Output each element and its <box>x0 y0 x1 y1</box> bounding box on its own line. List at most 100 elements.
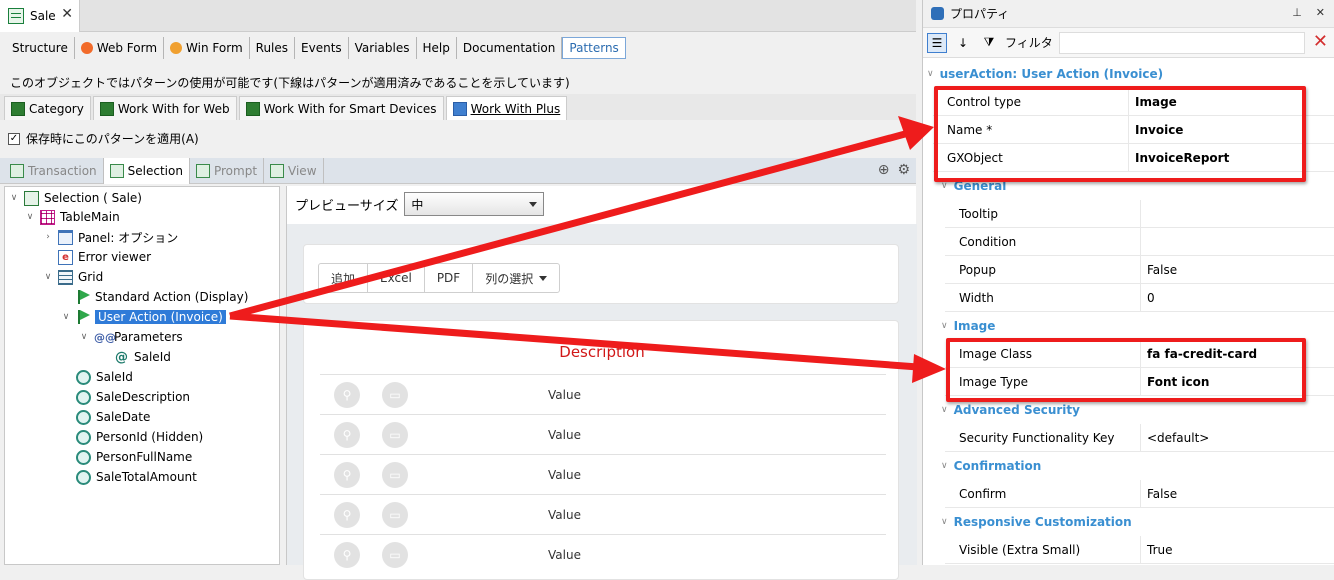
prompt-icon <box>195 163 210 178</box>
column-select-button[interactable]: 列の選択 <box>473 264 559 292</box>
grid-row[interactable]: ⚲ ▭ Value <box>320 494 886 534</box>
tab-variables[interactable]: Variables <box>349 37 417 59</box>
tree-node-attribute[interactable]: SaleTotalAmount <box>61 468 197 486</box>
credit-card-icon[interactable]: ▭ <box>382 541 408 568</box>
grid-icon <box>58 269 73 285</box>
grid-row[interactable]: ⚲ ▭ Value <box>320 534 886 574</box>
tab-help[interactable]: Help <box>417 37 457 59</box>
credit-card-icon[interactable]: ▭ <box>382 501 408 528</box>
document-tab-sale[interactable]: Sale ✕ <box>0 0 80 32</box>
grid-cell-value: Value <box>548 507 581 522</box>
tab-view[interactable]: View <box>264 157 324 184</box>
pattern-tab-work-with-plus[interactable]: Work With Plus <box>445 96 568 120</box>
tree-node-attribute[interactable]: SaleDate <box>61 408 150 426</box>
tree-node-panel[interactable]: › Panel: オプション <box>43 228 178 246</box>
grid-row[interactable]: ⚲ ▭ Value <box>320 374 886 414</box>
search-icon[interactable]: ⚲ <box>334 501 360 528</box>
excel-button[interactable]: Excel <box>368 264 425 292</box>
pattern-tabs: Category Work With for Web Work With for… <box>0 94 916 120</box>
tree-node-grid[interactable]: ∨ Grid <box>43 268 103 286</box>
editor-pane: Sale ✕ Structure Web Form Win Form Rules… <box>0 0 917 580</box>
instance-toolbar: Transaction Selection Prompt View ⊕ ⚙ <box>0 157 916 184</box>
tree-node-attribute[interactable]: PersonFullName <box>61 448 192 466</box>
grid-row[interactable]: ⚲ ▭ Value <box>320 454 886 494</box>
tree-node-parameters[interactable]: ∨ @@ Parameters <box>79 328 183 346</box>
category-responsive[interactable]: ∨ Responsive Customization <box>941 508 1132 536</box>
object-part-menu: Structure Web Form Win Form Rules Events… <box>0 32 916 64</box>
property-row-visible-xs[interactable]: Visible (Extra Small) True <box>945 535 1334 564</box>
property-row-tooltip[interactable]: Tooltip <box>945 199 1334 228</box>
tab-transaction[interactable]: Transaction <box>4 157 104 184</box>
search-icon[interactable]: ⚲ <box>334 381 360 408</box>
property-row-width[interactable]: Width 0 <box>945 283 1334 312</box>
instance-tree: ∨ Selection ( Sale) ∨ TableMain › Panel: オプ… <box>4 186 280 565</box>
tree-node-table-main[interactable]: ∨ TableMain <box>25 208 120 226</box>
collapse-icon: ∨ <box>941 181 948 191</box>
apply-on-save-checkbox[interactable]: ✓ <box>8 132 20 145</box>
properties-title-bar: プロパティ ⊥ ✕ <box>923 0 1334 28</box>
search-icon[interactable]: ⚲ <box>334 461 360 488</box>
transaction-icon <box>8 8 24 24</box>
categorized-view-icon[interactable]: ☰ <box>927 32 947 53</box>
tree-node-user-action[interactable]: ∨ User Action (Invoice) <box>61 308 227 326</box>
tab-selection[interactable]: Selection <box>103 157 190 184</box>
tab-prompt[interactable]: Prompt <box>190 157 265 184</box>
property-row-popup[interactable]: Popup False <box>945 255 1334 284</box>
category-image[interactable]: ∨ Image <box>941 312 995 340</box>
property-row-confirm[interactable]: Confirm False <box>945 479 1334 508</box>
tree-node-attribute[interactable]: SaleId <box>61 368 133 386</box>
property-row-condition[interactable]: Condition <box>945 227 1334 256</box>
tree-node-selection[interactable]: ∨ Selection ( Sale) <box>9 189 142 207</box>
category-user-action[interactable]: ∨ userAction: User Action (Invoice) <box>927 60 1163 88</box>
pattern-tab-work-with-web[interactable]: Work With for Web <box>92 96 237 120</box>
collapse-icon[interactable]: ∨ <box>43 272 53 282</box>
tab-events[interactable]: Events <box>295 37 349 59</box>
filter-icon[interactable]: ⧩ <box>979 33 999 53</box>
collapse-icon[interactable]: ∨ <box>79 332 89 342</box>
property-row-security-key[interactable]: Security Functionality Key <default> <box>945 423 1334 452</box>
collapse-icon[interactable]: ∨ <box>61 312 71 322</box>
settings-gear-icon[interactable]: ⚙ <box>897 162 910 178</box>
credit-card-icon[interactable]: ▭ <box>382 461 408 488</box>
tree-node-error-viewer[interactable]: e Error viewer <box>43 248 151 266</box>
expand-icon[interactable]: › <box>43 232 53 242</box>
credit-card-icon[interactable]: ▭ <box>382 421 408 448</box>
tree-node-param-saleid[interactable]: @ SaleId <box>99 348 171 366</box>
document-tab-label: Sale <box>30 9 56 23</box>
tab-patterns[interactable]: Patterns <box>562 37 626 59</box>
collapse-icon[interactable]: ∨ <box>25 212 35 222</box>
tree-node-attribute[interactable]: PersonId (Hidden) <box>61 428 203 446</box>
pdf-button[interactable]: PDF <box>425 264 474 292</box>
grid-row[interactable]: ⚲ ▭ Value <box>320 414 886 454</box>
close-icon[interactable]: ✕ <box>61 6 73 22</box>
close-icon[interactable]: ✕ <box>1316 6 1325 19</box>
properties-title: プロパティ <box>950 7 1010 21</box>
tab-win-form[interactable]: Win Form <box>164 37 250 59</box>
grid-cell-value: Value <box>548 467 581 482</box>
add-button[interactable]: 追加 <box>319 264 369 292</box>
credit-card-icon[interactable]: ▭ <box>382 381 408 408</box>
tab-rules[interactable]: Rules <box>250 37 296 59</box>
search-icon[interactable]: ⚲ <box>334 421 360 448</box>
filter-label: フィルタ <box>1005 36 1053 50</box>
add-node-icon[interactable]: ⊕ <box>878 162 890 178</box>
collapse-icon[interactable]: ∨ <box>9 193 19 203</box>
grid-actions-group: 追加 Excel PDF 列の選択 <box>318 263 561 293</box>
pattern-tab-category[interactable]: Category <box>4 96 91 120</box>
sort-alphabetical-icon[interactable]: ↓ <box>953 33 973 53</box>
tab-documentation[interactable]: Documentation <box>457 37 563 59</box>
tree-node-attribute[interactable]: SaleDescription <box>61 388 190 406</box>
tab-web-form[interactable]: Web Form <box>75 37 165 59</box>
clear-filter-icon[interactable]: ✕ <box>1313 32 1328 52</box>
category-confirmation[interactable]: ∨ Confirmation <box>941 452 1041 480</box>
search-icon[interactable]: ⚲ <box>334 541 360 568</box>
pattern-tab-work-with-sd[interactable]: Work With for Smart Devices <box>238 96 444 120</box>
pin-icon[interactable]: ⊥ <box>1292 6 1302 19</box>
preview-size-select[interactable]: 中 <box>404 192 545 216</box>
panel-icon <box>58 229 73 245</box>
tree-node-standard-action[interactable]: Standard Action (Display) <box>61 288 248 306</box>
document-tab-strip: Sale ✕ <box>0 0 916 32</box>
filter-input[interactable] <box>1059 32 1305 54</box>
apply-on-save-row[interactable]: ✓ 保存時にこのパターンを適用(A) <box>8 130 199 147</box>
tab-structure[interactable]: Structure <box>6 37 75 59</box>
